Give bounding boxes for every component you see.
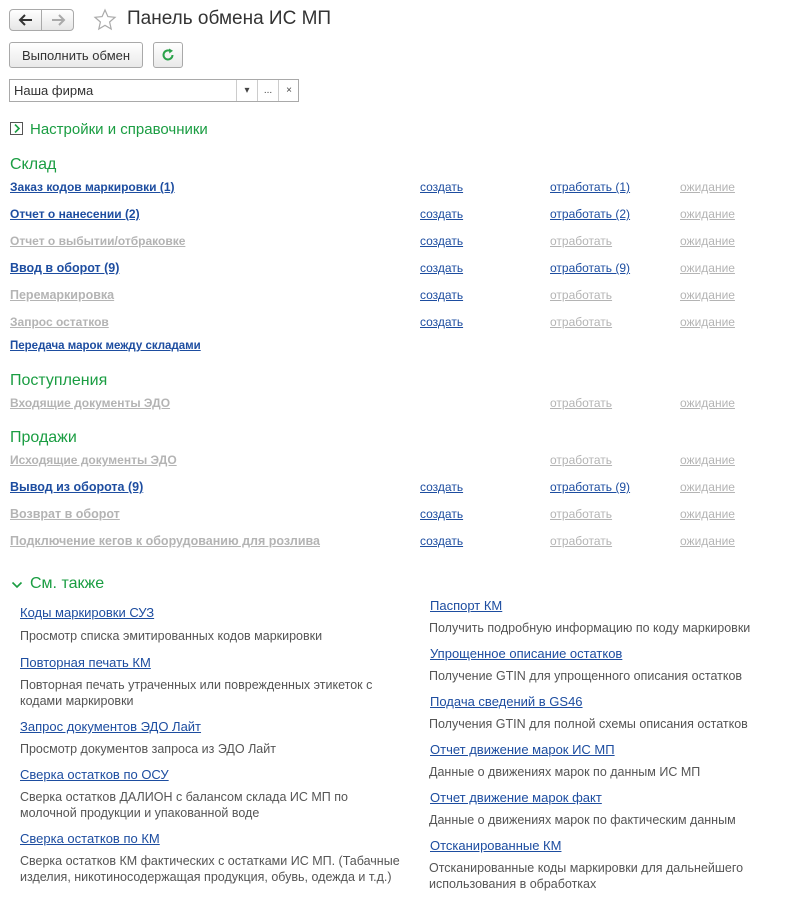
see-also-title[interactable]: См. также (30, 575, 104, 593)
see-also-link[interactable]: Запрос документов ЭДО Лайт (20, 719, 201, 734)
process-link[interactable]: отработать (550, 315, 612, 329)
refresh-icon (162, 48, 174, 61)
section-postupleniya: Поступления (10, 372, 108, 389)
see-also-link[interactable]: Повторная печать КМ (20, 655, 151, 670)
see-also-link[interactable]: Сверка остатков по КМ (20, 831, 160, 846)
process-link[interactable]: отработать (550, 234, 612, 248)
chevron-right-icon (13, 124, 20, 133)
see-also-desc: Получить подробную информацию по коду ма… (429, 621, 751, 635)
process-link[interactable]: отработать (1) (550, 180, 630, 194)
wait-link[interactable]: ожидание (680, 180, 735, 194)
see-also-desc: Сверка остатков КМ фактических с остатка… (20, 854, 400, 884)
doc-order-codes[interactable]: Заказ кодов маркировки (1) (10, 180, 175, 194)
wait-link[interactable]: ожидание (680, 453, 735, 467)
chevron-down-icon[interactable] (11, 578, 23, 593)
see-also-desc: Получение GTIN для упрощенного описания … (429, 669, 743, 683)
doc-incoming-edo[interactable]: Входящие документы ЭДО (10, 396, 170, 410)
doc-withdraw-circulation[interactable]: Вывод из оборота (9) (10, 480, 143, 494)
see-also-desc: Просмотр списка эмитированных кодов марк… (20, 629, 323, 643)
organization-value: Наша фирма (14, 83, 94, 98)
wait-link[interactable]: ожидание (680, 315, 735, 329)
see-also-desc: Повторная печать утраченных или поврежде… (20, 678, 373, 708)
process-link[interactable]: отработать (9) (550, 261, 630, 275)
create-link[interactable]: создать (420, 234, 463, 248)
create-link[interactable]: создать (420, 534, 463, 548)
page-title: Панель обмена ИС МП (127, 8, 332, 29)
see-also-desc: Данные о движениях марок по данным ИС МП (429, 765, 701, 779)
exchange-button[interactable]: Выполнить обмен (9, 42, 143, 68)
see-also-link[interactable]: Отчет движение марок факт (430, 790, 602, 805)
process-link[interactable]: отработать (550, 453, 612, 467)
doc-outgoing-edo[interactable]: Исходящие документы ЭДО (10, 453, 177, 467)
see-also-desc: Просмотр документов запроса из ЭДО Лайт (20, 742, 276, 756)
create-link[interactable]: создать (420, 315, 463, 329)
see-also-desc: Сверка остатков ДАЛИОН с балансом склада… (20, 790, 348, 820)
process-link[interactable]: отработать (2) (550, 207, 630, 221)
back-button[interactable] (9, 9, 42, 31)
doc-stock-request[interactable]: Запрос остатков (10, 315, 109, 329)
settings-group-title[interactable]: Настройки и справочники (30, 121, 208, 138)
wait-link[interactable]: ожидание (680, 261, 735, 275)
wait-link[interactable]: ожидание (680, 207, 735, 221)
doc-return-circulation[interactable]: Возврат в оборот (10, 507, 120, 521)
process-link[interactable]: отработать (9) (550, 480, 630, 494)
wait-link[interactable]: ожидание (680, 534, 735, 548)
see-also-link[interactable]: Упрощенное описание остатков (430, 646, 622, 661)
see-also-desc: Отсканированные коды маркировки для даль… (429, 861, 744, 891)
see-also-link[interactable]: Отчет движение марок ИС МП (430, 742, 615, 757)
create-link[interactable]: создать (420, 207, 463, 221)
process-link[interactable]: отработать (550, 534, 612, 548)
wait-link[interactable]: ожидание (680, 396, 735, 410)
create-link[interactable]: создать (420, 288, 463, 302)
wait-link[interactable]: ожидание (680, 507, 735, 521)
wait-link[interactable]: ожидание (680, 480, 735, 494)
doc-kegs-connection[interactable]: Подключение кегов к оборудованию для роз… (10, 534, 320, 548)
see-also-link[interactable]: Подача сведений в GS46 (430, 694, 583, 709)
see-also-desc: Данные о движениях марок по фактическим … (429, 813, 736, 827)
process-link[interactable]: отработать (550, 507, 612, 521)
see-also-link[interactable]: Коды маркировки СУЗ (20, 605, 154, 620)
doc-disposal-report[interactable]: Отчет о выбытии/отбраковке (10, 234, 185, 248)
favorite-star-icon[interactable] (93, 8, 117, 35)
doc-application-report[interactable]: Отчет о нанесении (2) (10, 207, 140, 221)
section-sklad: Склад (10, 156, 57, 173)
see-also-link[interactable]: Отсканированные КМ (430, 838, 561, 853)
doc-remarking[interactable]: Перемаркировка (10, 288, 114, 302)
see-also-desc: Получения GTIN для полной схемы описания… (429, 717, 748, 731)
process-link[interactable]: отработать (550, 288, 612, 302)
create-link[interactable]: создать (420, 180, 463, 194)
section-prodazhi: Продажи (10, 429, 77, 446)
wait-link[interactable]: ожидание (680, 288, 735, 302)
see-also-link[interactable]: Сверка остатков по ОСУ (20, 767, 169, 782)
clear-button[interactable]: × (278, 80, 299, 101)
arrow-left-icon (18, 14, 32, 26)
create-link[interactable]: создать (420, 261, 463, 275)
organization-field[interactable]: Наша фирма ▾ ... × (9, 79, 299, 102)
choose-button[interactable]: ... (257, 80, 278, 101)
create-link[interactable]: создать (420, 480, 463, 494)
arrow-right-icon (51, 14, 65, 26)
refresh-button[interactable] (153, 42, 183, 68)
wait-link[interactable]: ожидание (680, 234, 735, 248)
doc-introduce-circulation[interactable]: Ввод в оборот (9) (10, 261, 119, 275)
see-also-link[interactable]: Паспорт КМ (430, 598, 502, 613)
expand-settings-toggle[interactable] (10, 122, 23, 135)
process-link[interactable]: отработать (550, 396, 612, 410)
forward-button[interactable] (41, 9, 74, 31)
create-link[interactable]: создать (420, 507, 463, 521)
dropdown-button[interactable]: ▾ (236, 80, 257, 101)
doc-transfer-marks[interactable]: Передача марок между складами (10, 340, 201, 352)
